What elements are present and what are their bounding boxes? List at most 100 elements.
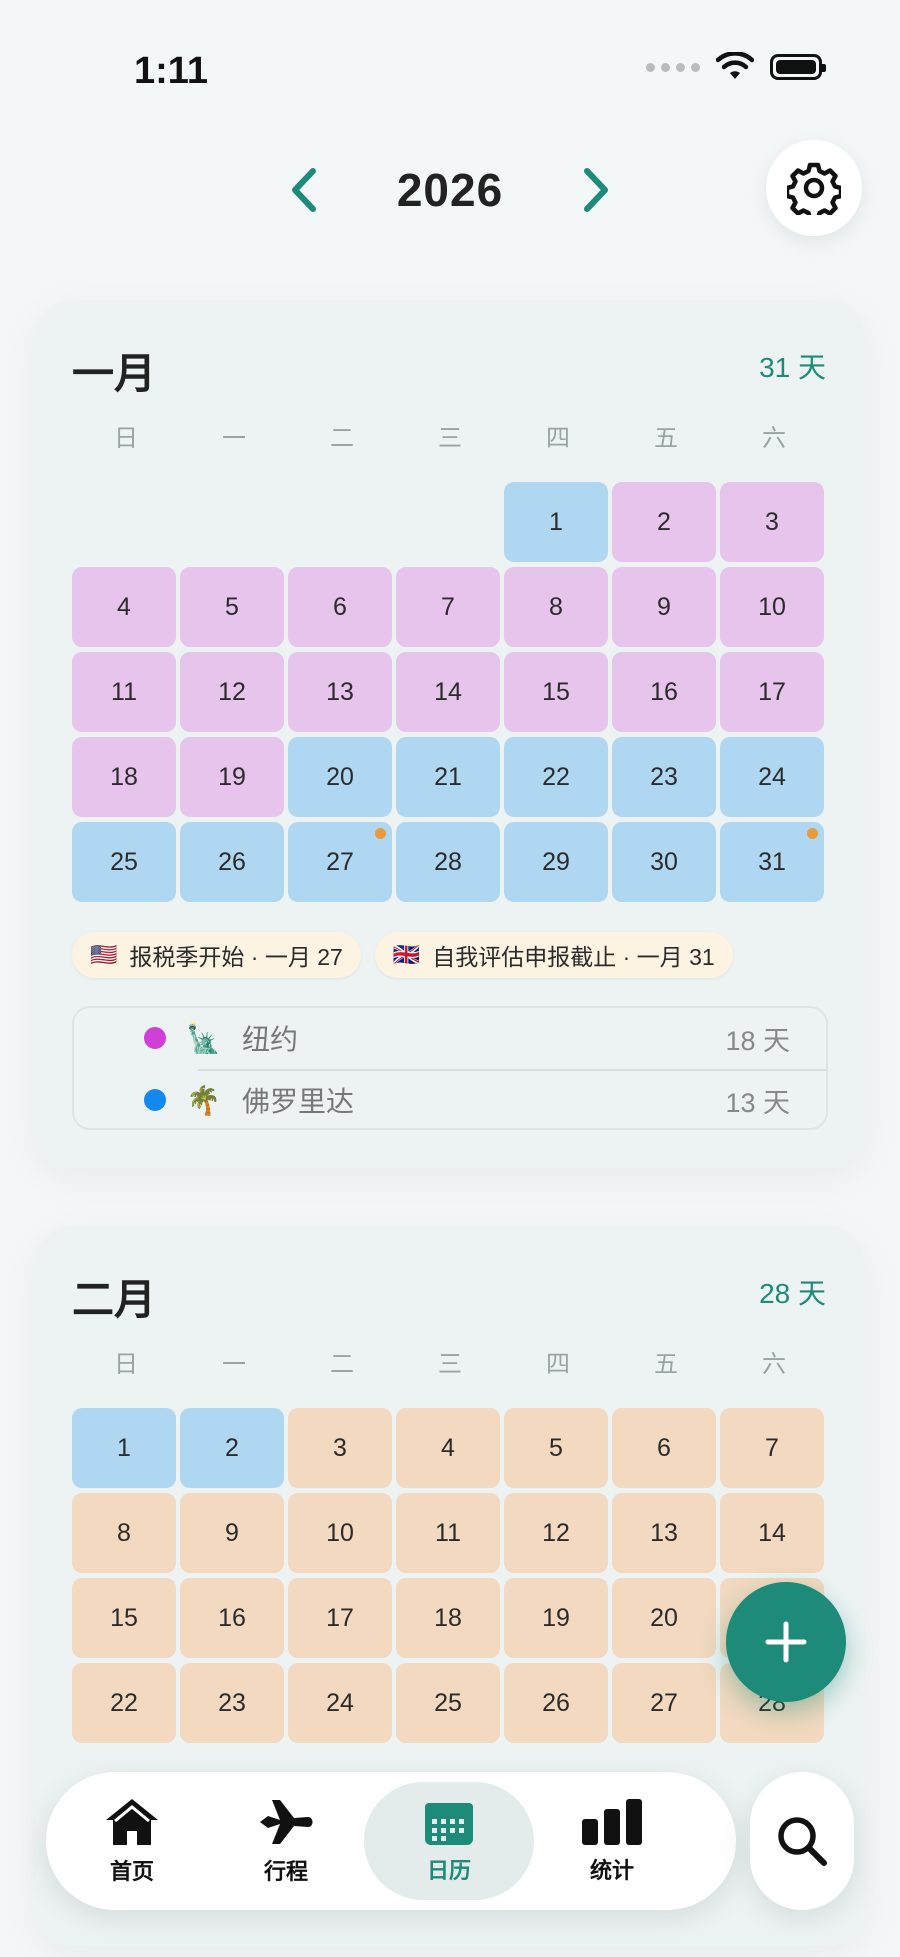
settings-button[interactable]: [766, 140, 862, 236]
day-number: 22: [110, 1688, 138, 1717]
tab-home[interactable]: 首页: [56, 1782, 208, 1900]
search-button[interactable]: [750, 1772, 854, 1910]
day-cell[interactable]: 1: [72, 1408, 176, 1488]
add-trip-button[interactable]: [726, 1582, 846, 1702]
day-cell[interactable]: 30: [612, 822, 716, 902]
day-cell[interactable]: 27: [288, 822, 392, 902]
day-number: 16: [650, 677, 678, 706]
previous-year-button[interactable]: [274, 160, 334, 220]
trip-name: 纽约: [242, 1024, 299, 1055]
day-cell[interactable]: 20: [288, 737, 392, 817]
empty-day-slot: [180, 482, 284, 562]
day-cell[interactable]: 26: [180, 822, 284, 902]
day-cell[interactable]: 8: [72, 1493, 176, 1573]
day-cell[interactable]: 11: [72, 652, 176, 732]
day-cell[interactable]: 19: [180, 737, 284, 817]
day-cell[interactable]: 17: [288, 1578, 392, 1658]
day-cell[interactable]: 17: [720, 652, 824, 732]
day-cell[interactable]: 29: [504, 822, 608, 902]
next-year-button[interactable]: [566, 160, 626, 220]
day-number: 9: [657, 592, 671, 621]
day-cell[interactable]: 26: [504, 1663, 608, 1743]
trip-row-florida[interactable]: 🌴 佛罗里达 13 天: [74, 1070, 826, 1130]
day-cell[interactable]: 25: [396, 1663, 500, 1743]
day-cell[interactable]: 23: [612, 737, 716, 817]
trip-color-dot: [144, 1027, 166, 1049]
day-cell[interactable]: 16: [180, 1578, 284, 1658]
day-cell[interactable]: 10: [288, 1493, 392, 1573]
day-cell[interactable]: 9: [612, 567, 716, 647]
day-cell[interactable]: 2: [180, 1408, 284, 1488]
day-cell[interactable]: 14: [720, 1493, 824, 1573]
day-number: 13: [650, 1518, 678, 1547]
holiday-chip[interactable]: 🇺🇸 报税季开始 · 一月 27: [72, 932, 361, 978]
event-marker-dot: [375, 828, 386, 839]
day-cell[interactable]: 1: [504, 482, 608, 562]
day-cell[interactable]: 13: [612, 1493, 716, 1573]
day-number: 2: [225, 1433, 239, 1462]
day-cell[interactable]: 11: [396, 1493, 500, 1573]
empty-day-slot: [396, 482, 500, 562]
day-number: 24: [758, 762, 786, 791]
trip-days: 13 天: [725, 1087, 790, 1118]
trip-summary-list: 🗽 纽约 18 天 🌴 佛罗里达 13 天: [72, 1006, 828, 1130]
day-cell[interactable]: 2: [612, 482, 716, 562]
day-cell[interactable]: 3: [288, 1408, 392, 1488]
day-number: 28: [434, 847, 462, 876]
day-number: 7: [441, 592, 455, 621]
day-cell[interactable]: 24: [720, 737, 824, 817]
day-number: 25: [110, 847, 138, 876]
holiday-chips: 🇺🇸 报税季开始 · 一月 27 🇬🇧 自我评估申报截止 · 一月 31: [72, 932, 733, 978]
tab-label: 首页: [109, 1859, 154, 1884]
day-cell[interactable]: 22: [72, 1663, 176, 1743]
weekday-header: 日一二三四五六: [72, 418, 828, 453]
day-cell[interactable]: 19: [504, 1578, 608, 1658]
day-cell[interactable]: 3: [720, 482, 824, 562]
day-cell[interactable]: 23: [180, 1663, 284, 1743]
day-cell[interactable]: 20: [612, 1578, 716, 1658]
day-cell[interactable]: 28: [396, 822, 500, 902]
chevron-right-icon: [584, 168, 608, 212]
day-cell[interactable]: 8: [504, 567, 608, 647]
day-cell[interactable]: 14: [396, 652, 500, 732]
day-cell[interactable]: 6: [612, 1408, 716, 1488]
day-cell[interactable]: 22: [504, 737, 608, 817]
day-cell[interactable]: 31: [720, 822, 824, 902]
day-cell[interactable]: 6: [288, 567, 392, 647]
day-cell[interactable]: 5: [180, 567, 284, 647]
day-cell[interactable]: 7: [396, 567, 500, 647]
day-cell[interactable]: 4: [396, 1408, 500, 1488]
day-cell[interactable]: 25: [72, 822, 176, 902]
trip-color-dot: [144, 1089, 166, 1111]
battery-icon: [770, 54, 826, 80]
day-cell[interactable]: 16: [612, 652, 716, 732]
day-cell[interactable]: 24: [288, 1663, 392, 1743]
tab-trips[interactable]: 行程: [210, 1782, 362, 1900]
day-number: 17: [326, 1603, 354, 1632]
tab-stats[interactable]: 统计: [536, 1782, 688, 1900]
day-cell[interactable]: 4: [72, 567, 176, 647]
day-cell[interactable]: 12: [504, 1493, 608, 1573]
day-cell[interactable]: 18: [396, 1578, 500, 1658]
weekday-label: 日: [114, 1351, 138, 1378]
trip-row-new-york[interactable]: 🗽 纽约 18 天: [74, 1008, 826, 1068]
day-number: 30: [650, 847, 678, 876]
day-cell[interactable]: 5: [504, 1408, 608, 1488]
day-cell[interactable]: 21: [396, 737, 500, 817]
day-cell[interactable]: 15: [72, 1578, 176, 1658]
day-cell[interactable]: 10: [720, 567, 824, 647]
day-number: 1: [117, 1433, 131, 1462]
gear-icon: [787, 162, 841, 215]
day-cell[interactable]: 18: [72, 737, 176, 817]
day-cell[interactable]: 12: [180, 652, 284, 732]
day-cell[interactable]: 15: [504, 652, 608, 732]
day-number: 13: [326, 677, 354, 706]
day-cell[interactable]: 7: [720, 1408, 824, 1488]
holiday-chip[interactable]: 🇬🇧 自我评估申报截止 · 一月 31: [374, 932, 733, 978]
day-number: 8: [117, 1518, 131, 1547]
day-cell[interactable]: 13: [288, 652, 392, 732]
tab-calendar[interactable]: 日历: [364, 1782, 534, 1900]
day-cell[interactable]: 27: [612, 1663, 716, 1743]
day-number: 19: [218, 762, 246, 791]
day-cell[interactable]: 9: [180, 1493, 284, 1573]
